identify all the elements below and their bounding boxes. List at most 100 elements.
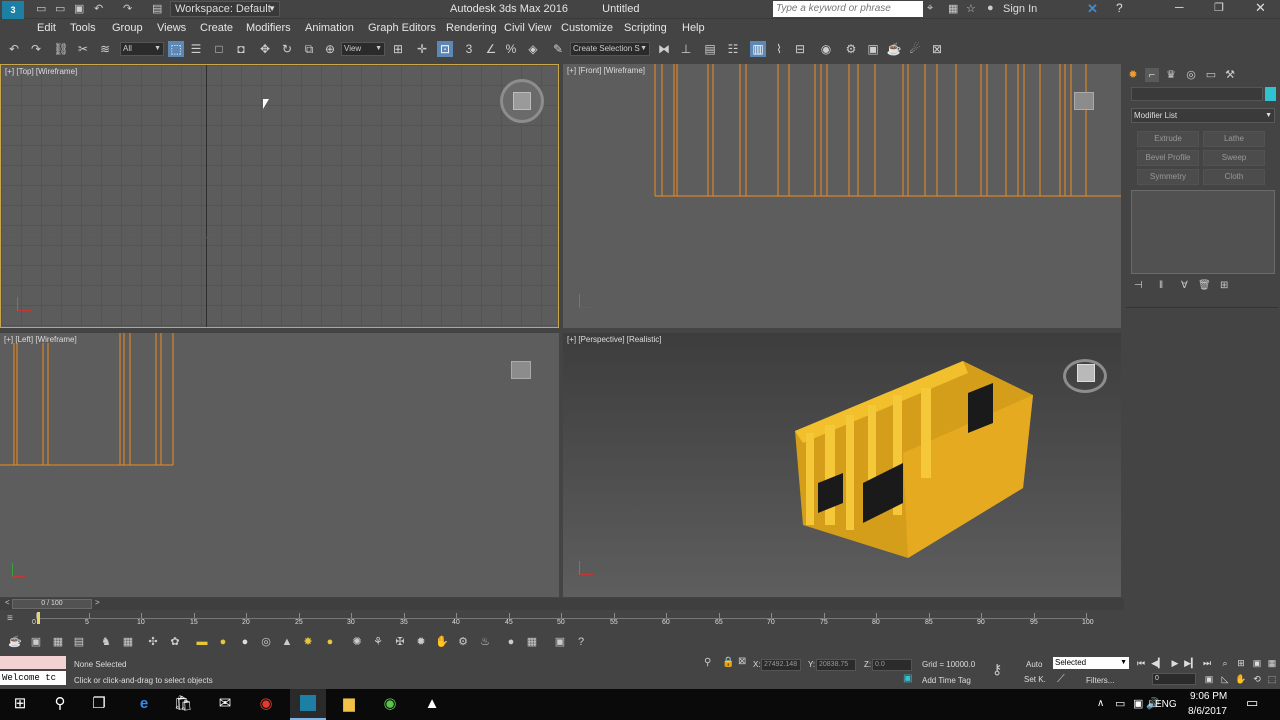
create-tab-icon[interactable]: ✹ <box>1126 68 1140 82</box>
torus-icon[interactable]: ◎ <box>258 635 274 649</box>
add-time-tag[interactable]: Add Time Tag <box>922 676 971 685</box>
viewport-left[interactable]: [+] [Left] [Wireframe] <box>0 333 559 597</box>
box-icon[interactable]: ▬ <box>194 635 210 649</box>
material-editor-icon[interactable]: ◉ <box>818 41 834 57</box>
task-view-icon[interactable]: ❐ <box>85 690 113 718</box>
set-key-button[interactable]: Set K. <box>1024 675 1046 684</box>
autodesk-app-icon[interactable]: ▲ <box>418 690 446 718</box>
scene-explorer-icon[interactable]: ♞ <box>98 635 114 649</box>
user-icon[interactable]: ● <box>987 2 994 14</box>
help-icon[interactable]: ? <box>1116 1 1123 15</box>
redo-icon[interactable]: ↷ <box>123 2 132 15</box>
isolate-selection-icon[interactable]: ⚲ <box>704 657 711 668</box>
menu-tools[interactable]: Tools <box>70 22 96 34</box>
next-frame-icon[interactable]: > <box>95 598 100 607</box>
edge-browser-icon[interactable]: e <box>130 690 158 718</box>
brush-icon[interactable]: ♨ <box>477 635 493 649</box>
chrome-icon[interactable]: ◉ <box>252 690 280 718</box>
named-selection-set-dropdown[interactable]: Create Selection S ▼ <box>570 42 650 56</box>
help-circle-icon[interactable]: ? <box>573 635 589 649</box>
redo-icon[interactable]: ↷ <box>28 41 44 57</box>
x-coordinate-field[interactable]: 27492.148 <box>761 659 801 671</box>
camera-icon[interactable]: ✿ <box>167 635 183 649</box>
exchange-x-icon[interactable]: ✕ <box>1087 1 1098 17</box>
curve-editor-icon[interactable]: ⌇ <box>771 41 787 57</box>
viewcube-compass[interactable] <box>500 79 544 123</box>
play-icon[interactable]: ▶ <box>1168 657 1182 669</box>
menu-create[interactable]: Create <box>200 22 233 34</box>
close-icon[interactable]: ✕ <box>1255 0 1266 16</box>
new-file-icon[interactable]: ▭ <box>36 2 46 15</box>
particles-icon[interactable]: ✺ <box>349 635 365 649</box>
next-key-icon[interactable]: ▶▎ <box>1184 657 1198 669</box>
percent-snap-icon[interactable]: % <box>503 41 519 57</box>
ribbon-toggle-icon[interactable]: ▥ <box>750 41 766 57</box>
viewport-front[interactable]: [+] [Front] [Wireframe] <box>563 64 1121 328</box>
set-key-icon[interactable]: ⚷ <box>992 661 1002 678</box>
extrude-button[interactable]: Extrude <box>1137 131 1199 147</box>
render-frame-icon[interactable]: ▣ <box>28 635 44 649</box>
symmetry-button[interactable]: Symmetry <box>1137 169 1199 185</box>
menu-edit[interactable]: Edit <box>37 22 56 34</box>
app-logo-icon[interactable]: 3 <box>2 1 24 19</box>
3dsmax-taskbar-item[interactable] <box>290 689 326 720</box>
zoom-extents-all-icon[interactable]: ▦ <box>1265 657 1279 669</box>
workspace-dropdown[interactable]: Workspace: Default ▼ <box>170 1 280 17</box>
menu-civil-view[interactable]: Civil View <box>504 22 551 34</box>
bevel-profile-button[interactable]: Bevel Profile <box>1137 150 1199 166</box>
render-online-icon[interactable]: ⊠ <box>929 41 945 57</box>
zoom-all-icon[interactable]: ⊞ <box>1234 657 1248 669</box>
binoculars-icon[interactable]: ⌖ <box>927 2 933 15</box>
teapot-icon[interactable]: ☕ <box>7 635 23 649</box>
space-warp-icon[interactable]: ⚘ <box>370 635 386 649</box>
goto-start-icon[interactable]: ⏮ <box>1134 657 1148 669</box>
clock-date[interactable]: 8/6/2017 <box>1188 706 1227 717</box>
render-icon[interactable]: ▣ <box>552 635 568 649</box>
curve-editor-mini-icon[interactable]: ≡ <box>7 613 13 624</box>
language-indicator[interactable]: ENG <box>1155 699 1177 710</box>
selection-lock-icon[interactable]: 🔒 <box>722 657 734 668</box>
spinner-snap-icon[interactable]: ◈ <box>525 41 541 57</box>
keyboard-shortcut-override-icon[interactable]: ⊡ <box>437 41 453 57</box>
table-icon[interactable]: ▤ <box>71 635 87 649</box>
menu-customize[interactable]: Customize <box>561 22 613 34</box>
project-folder-icon[interactable]: ▤ <box>152 2 162 15</box>
configure-modifier-sets-icon[interactable]: ⊞ <box>1220 280 1228 291</box>
align-icon[interactable]: ⊥ <box>678 41 694 57</box>
store-icon[interactable]: 🛍 <box>169 690 197 718</box>
menu-modifiers[interactable]: Modifiers <box>246 22 291 34</box>
modify-tab-icon[interactable]: ⌐ <box>1145 68 1159 82</box>
display-tab-icon[interactable]: ▭ <box>1204 68 1218 82</box>
pyramid-icon[interactable]: ▲ <box>279 635 295 649</box>
time-slider-handle[interactable]: 0 / 100 <box>12 599 92 609</box>
menu-scripting[interactable]: Scripting <box>624 22 667 34</box>
menu-animation[interactable]: Animation <box>305 22 354 34</box>
schematic-view-icon[interactable]: ⊟ <box>792 41 808 57</box>
menu-graph-editors[interactable]: Graph Editors <box>368 22 436 34</box>
scale-icon[interactable]: ⧉ <box>301 41 317 57</box>
toggle-layer-icon[interactable]: ☷ <box>725 41 741 57</box>
orbit-icon[interactable]: ⟲ <box>1250 673 1264 685</box>
link-icon[interactable]: ⛓ <box>53 41 69 57</box>
sign-in-link[interactable]: Sign In <box>1003 3 1037 15</box>
sphere-icon[interactable]: ● <box>237 635 253 649</box>
y-coordinate-field[interactable]: 20838.75 <box>816 659 856 671</box>
subscription-icon[interactable]: ▦ <box>948 2 958 15</box>
hierarchy-tab-icon[interactable]: ♛ <box>1164 68 1178 82</box>
cloth-button[interactable]: Cloth <box>1203 169 1265 185</box>
battery-icon[interactable]: ▭ <box>1115 697 1125 710</box>
network-icon[interactable]: ▣ <box>1133 697 1143 710</box>
viewcube[interactable] <box>1063 359 1107 393</box>
biped-icon[interactable]: ⚙ <box>455 635 471 649</box>
bones-icon[interactable]: ✠ <box>392 635 408 649</box>
maximize-viewport-icon[interactable]: ⬚ <box>1265 673 1279 685</box>
cone-icon[interactable]: ● <box>215 635 231 649</box>
rotate-icon[interactable]: ↻ <box>279 41 295 57</box>
lathe-button[interactable]: Lathe <box>1203 131 1265 147</box>
modifier-list-dropdown[interactable]: Modifier List ▼ <box>1131 108 1275 123</box>
viewport-top[interactable]: [+] [Top] [Wireframe] <box>0 64 559 328</box>
reference-coordinate-dropdown[interactable]: View ▼ <box>341 42 385 56</box>
edit-named-selection-icon[interactable]: ✎ <box>550 41 566 57</box>
mirror-icon[interactable]: ⧓ <box>656 41 672 57</box>
restore-icon[interactable]: ❐ <box>1214 1 1224 14</box>
